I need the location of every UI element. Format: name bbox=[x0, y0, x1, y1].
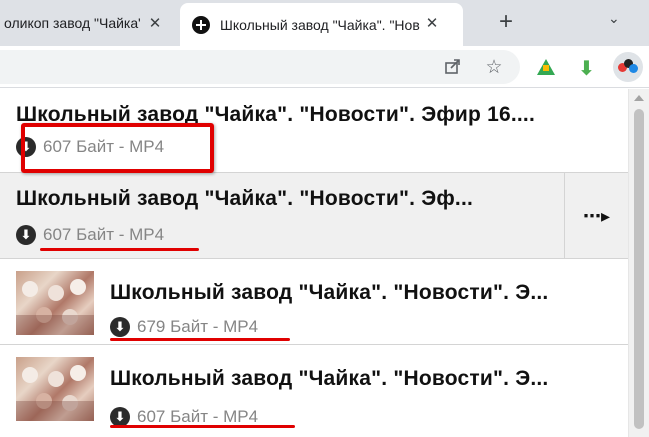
tab-strip: оликоп завод "Чайка". "Нов ✕ Школьный за… bbox=[0, 0, 649, 46]
bookmark-star-icon[interactable]: ☆ bbox=[483, 56, 505, 79]
list-item[interactable]: Школьный завод "Чайка". "Новости". Э... … bbox=[0, 259, 628, 345]
share-icon[interactable] bbox=[442, 57, 464, 80]
new-tab-button[interactable]: + bbox=[493, 9, 519, 35]
file-size: 607 Байт - MP4 bbox=[43, 225, 165, 244]
video-title: Школьный завод "Чайка". "Новости". Э... bbox=[110, 367, 549, 390]
more-options-button[interactable]: ⋯▸ bbox=[564, 173, 628, 259]
red-underline bbox=[40, 248, 199, 251]
download-icon: ⬇ bbox=[110, 317, 130, 337]
close-icon[interactable]: ✕ bbox=[146, 14, 164, 32]
favicon-icon bbox=[192, 15, 210, 34]
tab-search-icon[interactable]: ⌄ bbox=[608, 10, 620, 27]
download-icon: ⬇ bbox=[110, 407, 130, 427]
tab-title: Школьный завод "Чайка". "Нов bbox=[220, 16, 420, 33]
video-title: Школьный завод "Чайка". "Новости". Э... bbox=[110, 281, 549, 304]
red-underline bbox=[110, 338, 290, 341]
download-link[interactable]: ⬇ 607 Байт - MP4 bbox=[16, 225, 164, 245]
close-icon[interactable]: ✕ bbox=[423, 14, 441, 32]
video-title: Школьный завод "Чайка". "Новости". Эф... bbox=[16, 187, 474, 210]
extension-menu-icon[interactable] bbox=[613, 52, 643, 82]
download-link[interactable]: ⬇ 679 Байт - MP4 bbox=[110, 317, 258, 337]
video-thumbnail bbox=[16, 357, 94, 421]
tab-inactive[interactable]: оликоп завод "Чайка". "Нов ✕ bbox=[0, 0, 170, 46]
tab-active[interactable]: Школьный завод "Чайка". "Нов ✕ bbox=[180, 3, 463, 46]
tab-title: оликоп завод "Чайка". "Нов bbox=[4, 15, 140, 31]
list-item[interactable]: Школьный завод "Чайка". "Новости". Э... … bbox=[0, 345, 628, 437]
video-thumbnail bbox=[16, 271, 94, 335]
list-item[interactable]: Школьный завод "Чайка". "Новости". Эф...… bbox=[0, 173, 628, 259]
download-icon: ⬇ bbox=[16, 225, 36, 245]
google-drive-icon[interactable] bbox=[537, 59, 555, 75]
file-size: 607 Байт - MP4 bbox=[137, 407, 259, 426]
scroll-up-arrow-icon[interactable] bbox=[634, 95, 644, 101]
red-underline bbox=[110, 425, 295, 428]
download-link[interactable]: ⬇ 607 Байт - MP4 bbox=[110, 407, 258, 427]
browser-toolbar: ☆ ⬇ bbox=[0, 46, 649, 88]
scroll-thumb[interactable] bbox=[634, 109, 644, 429]
highlight-box bbox=[21, 123, 214, 173]
file-size: 679 Байт - MP4 bbox=[137, 317, 259, 336]
scrollbar[interactable] bbox=[628, 89, 649, 437]
download-extension-icon[interactable]: ⬇ bbox=[578, 56, 595, 81]
